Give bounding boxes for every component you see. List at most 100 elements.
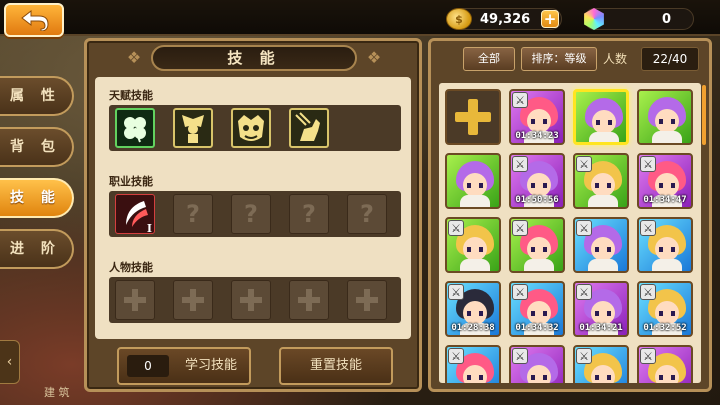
sword-icon: ⚔ xyxy=(576,220,592,236)
hero-card[interactable] xyxy=(445,153,501,209)
job-skills-label: 职业技能 xyxy=(109,175,153,188)
sword-icon: ⚔ xyxy=(448,220,464,236)
plus-icon xyxy=(354,287,380,313)
add-hero-button[interactable] xyxy=(445,89,501,145)
ornament-icon: ❖ xyxy=(126,48,142,67)
learn-skill-label: 学习技能 xyxy=(185,358,238,373)
sword-icon: ⚔ xyxy=(640,220,656,236)
character-skills-row xyxy=(109,277,401,323)
learn-skill-button[interactable]: 0 学习技能 xyxy=(117,347,251,385)
sword-icon: ⚔ xyxy=(448,348,464,364)
tab-attributes[interactable]: 属 性 xyxy=(0,76,74,116)
skills-panel: ❖ 技 能 ❖ 天赋技能 职业技能 I ? ? ? ? 人物技能 0 学习技能 … xyxy=(84,38,422,392)
slash-skill-icon[interactable]: I xyxy=(115,194,155,235)
building-label: 建 筑 xyxy=(44,386,70,399)
hero-card[interactable]: ⚔ 01:28:38 xyxy=(445,281,501,337)
gold-counter: $ 49,326 + xyxy=(446,8,562,30)
sword-icon: ⚔ xyxy=(512,220,528,236)
gem-icon xyxy=(584,8,604,30)
hero-card[interactable]: ⚔ xyxy=(637,345,693,383)
gem-counter: 0 xyxy=(584,8,694,30)
tab-backpack[interactable]: 背 包 xyxy=(0,127,74,167)
hero-card[interactable]: ⚔ 01:34:23 xyxy=(509,89,565,145)
sword-icon: ⚔ xyxy=(640,284,656,300)
question-icon: ? xyxy=(360,200,374,228)
hero-card[interactable]: ⚔ xyxy=(445,217,501,273)
sword-icon: ⚔ xyxy=(640,156,656,172)
filter-all-button[interactable]: 全部 xyxy=(463,47,515,71)
clover-icon[interactable] xyxy=(115,108,155,148)
hero-grid: ⚔ 01:34:23 ⚔ 01:50:56 ⚔ ⚔ 01:34:47 ⚔ ⚔ ⚔ ⚔ ⚔ 01:28:3… xyxy=(439,83,701,383)
hero-timer: 01:28:38 xyxy=(451,323,495,333)
plus-icon xyxy=(455,99,491,135)
hero-card[interactable]: ⚔ 01:50:56 xyxy=(509,153,565,209)
hero-card[interactable]: ⚔ xyxy=(637,217,693,273)
hero-card[interactable]: ⚔ xyxy=(573,153,629,209)
hero-card[interactable]: ⚔ 01:32:52 xyxy=(637,281,693,337)
plus-icon xyxy=(180,287,206,313)
plus-icon xyxy=(296,287,322,313)
hero-card[interactable] xyxy=(637,89,693,145)
question-icon: ? xyxy=(302,200,316,228)
sword-icon: ⚔ xyxy=(448,284,464,300)
angel-icon[interactable] xyxy=(173,108,213,148)
locked-skill-slot[interactable]: ? xyxy=(289,194,329,234)
hero-card[interactable]: ⚔ 01:34:32 xyxy=(509,281,565,337)
gem-amount: 0 xyxy=(661,11,671,27)
empty-skill-slot[interactable] xyxy=(289,280,329,320)
sword-icon: ⚔ xyxy=(640,348,656,364)
hero-card[interactable]: ⚔ 01:34:47 xyxy=(637,153,693,209)
skills-title: 技 能 xyxy=(151,45,357,71)
hero-card[interactable]: ⚔ xyxy=(573,217,629,273)
empty-skill-slot[interactable] xyxy=(115,280,155,320)
tab-skills[interactable]: 技 能 xyxy=(0,178,74,218)
sword-icon: ⚔ xyxy=(512,284,528,300)
hero-card[interactable]: ⚔ xyxy=(445,345,501,383)
hero-card[interactable]: ⚔ 01:34:21 xyxy=(573,281,629,337)
hero-portrait xyxy=(585,98,623,142)
locked-skill-slot[interactable]: ? xyxy=(347,194,387,234)
locked-skill-slot[interactable]: ? xyxy=(173,194,213,234)
back-arrow-icon xyxy=(21,9,49,31)
question-icon: ? xyxy=(186,200,200,228)
sword-icon: ⚔ xyxy=(576,156,592,172)
job-skills-row: I ? ? ? ? xyxy=(109,191,401,237)
hero-filter-bar: 全部 排序：等级 人数 22/40 xyxy=(435,45,707,73)
hero-portrait xyxy=(456,161,494,207)
hero-count-label: 人数 xyxy=(603,52,628,66)
mask-icon[interactable] xyxy=(231,108,271,148)
hero-timer: 01:34:47 xyxy=(643,195,687,205)
empty-skill-slot[interactable] xyxy=(173,280,213,320)
hero-timer: 01:50:56 xyxy=(515,195,559,205)
collapse-arrow-icon[interactable]: ‹ xyxy=(0,340,20,384)
skills-content: 天赋技能 职业技能 I ? ? ? ? 人物技能 xyxy=(95,77,411,339)
hero-card[interactable]: ⚔ xyxy=(573,345,629,383)
hero-panel: 全部 排序：等级 人数 22/40 ⚔ 01:34:23 ⚔ 01:50:56 ⚔ ⚔ 01… xyxy=(428,38,712,392)
sort-button[interactable]: 排序：等级 xyxy=(521,47,597,71)
add-gold-button[interactable]: + xyxy=(541,10,559,28)
sword-icon: ⚔ xyxy=(512,156,528,172)
sword-icon: ⚔ xyxy=(512,348,528,364)
back-button[interactable] xyxy=(4,3,64,37)
hero-card[interactable]: ⚔ xyxy=(509,345,565,383)
tab-advance[interactable]: 进 阶 xyxy=(0,229,74,269)
horse-icon[interactable] xyxy=(289,108,329,148)
sword-icon: ⚔ xyxy=(576,284,592,300)
reset-skill-button[interactable]: 重置技能 xyxy=(279,347,393,385)
gold-amount: 49,326 xyxy=(480,11,531,27)
gold-coin-icon: $ xyxy=(446,8,472,30)
hero-card[interactable]: ⚔ xyxy=(509,217,565,273)
hero-count: 22/40 xyxy=(641,47,699,71)
hero-grid-scrollbar[interactable] xyxy=(702,85,706,145)
hero-timer: 01:34:23 xyxy=(515,131,559,141)
locked-skill-slot[interactable]: ? xyxy=(231,194,271,234)
empty-skill-slot[interactable] xyxy=(347,280,387,320)
talent-skills-row xyxy=(109,105,401,151)
empty-skill-slot[interactable] xyxy=(231,280,271,320)
plus-icon xyxy=(238,287,264,313)
job-skill-level: I xyxy=(146,222,152,235)
sword-icon: ⚔ xyxy=(512,92,528,108)
hero-card[interactable] xyxy=(573,89,629,145)
question-icon: ? xyxy=(244,200,258,228)
hero-portrait xyxy=(648,97,686,143)
